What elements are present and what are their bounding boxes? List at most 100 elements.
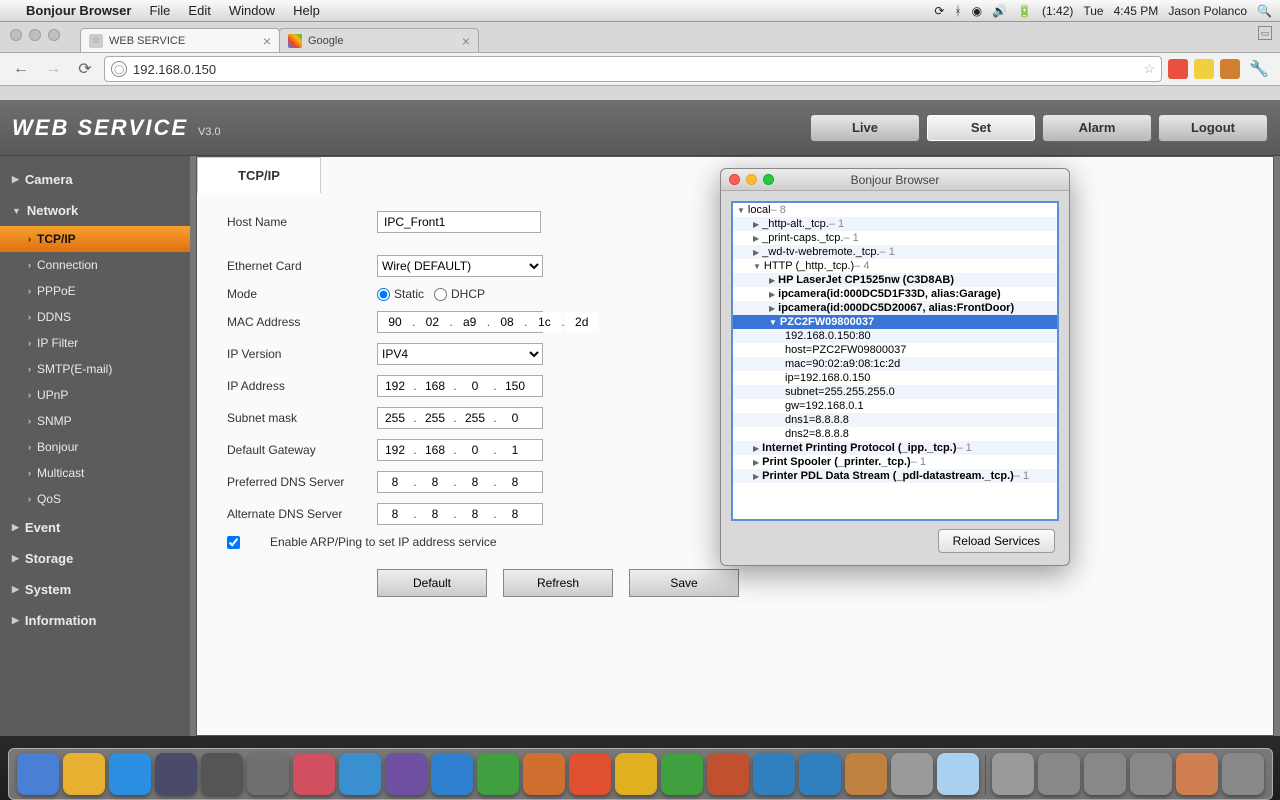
octet-input[interactable]: [378, 376, 412, 396]
menu-file[interactable]: File: [149, 3, 170, 18]
topnav-logout[interactable]: Logout: [1158, 114, 1268, 142]
refresh-button[interactable]: Refresh: [503, 569, 613, 597]
site-info-icon[interactable]: ◯: [111, 61, 127, 77]
sidebar-item-upnp[interactable]: ›UPnP: [0, 382, 190, 408]
dock-app-icon[interactable]: [477, 753, 519, 795]
volume-icon[interactable]: 🔊: [992, 4, 1007, 18]
sidebar-cat-network[interactable]: ▼Network: [0, 195, 190, 226]
sidebar-item-smtp-e-mail-[interactable]: ›SMTP(E-mail): [0, 356, 190, 382]
octet-input[interactable]: [498, 408, 532, 428]
octet-input[interactable]: [378, 472, 412, 492]
bonjour-titlebar[interactable]: Bonjour Browser: [721, 169, 1069, 191]
nav-forward-button[interactable]: →: [40, 57, 66, 81]
octet-input[interactable]: [565, 312, 599, 332]
tree-row[interactable]: ▶_print-caps._tcp. – 1: [733, 231, 1057, 245]
wifi-icon[interactable]: ◉: [972, 4, 982, 18]
octet-input[interactable]: [458, 504, 492, 524]
ipaddr-input[interactable]: ...: [377, 375, 543, 397]
subnet-input[interactable]: ...: [377, 407, 543, 429]
octet-input[interactable]: [458, 408, 492, 428]
octet-input[interactable]: [415, 312, 449, 332]
sidebar-item-snmp[interactable]: ›SNMP: [0, 408, 190, 434]
tree-row[interactable]: mac=90:02:a9:08:1c:2d: [733, 357, 1057, 371]
dock-app-icon[interactable]: [247, 753, 289, 795]
dock-app-icon[interactable]: [17, 753, 59, 795]
octet-input[interactable]: [418, 408, 452, 428]
dock-app-icon[interactable]: [569, 753, 611, 795]
octet-input[interactable]: [418, 440, 452, 460]
octet-input[interactable]: [527, 312, 561, 332]
gateway-input[interactable]: ...: [377, 439, 543, 461]
nav-back-button[interactable]: ←: [8, 57, 34, 81]
topnav-alarm[interactable]: Alarm: [1042, 114, 1152, 142]
sidebar-item-qos[interactable]: ›QoS: [0, 486, 190, 512]
window-maximize-icon[interactable]: ▭: [1258, 26, 1272, 40]
octet-input[interactable]: [498, 440, 532, 460]
dock-app-icon[interactable]: [707, 753, 749, 795]
mode-static-radio[interactable]: Static: [377, 287, 424, 301]
dock-app-icon[interactable]: [201, 753, 243, 795]
battery-icon[interactable]: 🔋: [1017, 4, 1032, 18]
octet-input[interactable]: [458, 376, 492, 396]
dock-app-icon[interactable]: [845, 753, 887, 795]
dock-app-icon[interactable]: [431, 753, 473, 795]
spotlight-icon[interactable]: 🔍: [1257, 4, 1272, 18]
tree-row[interactable]: ▶Print Spooler (_printer._tcp.) – 1: [733, 455, 1057, 469]
octet-input[interactable]: [498, 504, 532, 524]
window-traffic-lights[interactable]: [729, 174, 774, 185]
tree-row[interactable]: subnet=255.255.255.0: [733, 385, 1057, 399]
tree-row[interactable]: ▼local – 8: [733, 203, 1057, 217]
octet-input[interactable]: [418, 376, 452, 396]
bookmark-star-icon[interactable]: ☆: [1143, 61, 1155, 77]
bonjour-service-tree[interactable]: ▼local – 8▶_http-alt._tcp. – 1▶_print-ca…: [731, 201, 1059, 521]
tree-row[interactable]: ▼PZC2FW09800037: [733, 315, 1057, 329]
dock-app-icon[interactable]: [293, 753, 335, 795]
dock-app-icon[interactable]: [615, 753, 657, 795]
default-button[interactable]: Default: [377, 569, 487, 597]
tab-close-icon[interactable]: ×: [462, 33, 470, 49]
window-traffic-lights[interactable]: [10, 29, 60, 41]
reload-services-button[interactable]: Reload Services: [938, 529, 1055, 553]
extension-icon[interactable]: [1220, 59, 1240, 79]
menu-help[interactable]: Help: [293, 3, 320, 18]
octet-input[interactable]: [418, 504, 452, 524]
dns1-input[interactable]: ...: [377, 471, 543, 493]
topnav-set[interactable]: Set: [926, 114, 1036, 142]
dock-app-icon[interactable]: [1130, 753, 1172, 795]
octet-input[interactable]: [378, 504, 412, 524]
tree-row[interactable]: ip=192.168.0.150: [733, 371, 1057, 385]
tree-row[interactable]: ▼HTTP (_http._tcp.) – 4: [733, 259, 1057, 273]
save-button[interactable]: Save: [629, 569, 739, 597]
wrench-menu-icon[interactable]: 🔧: [1246, 57, 1272, 81]
ethernet-select[interactable]: Wire( DEFAULT): [377, 255, 543, 277]
extension-icon[interactable]: [1194, 59, 1214, 79]
bluetooth-icon[interactable]: ᚼ: [954, 4, 961, 18]
dns2-input[interactable]: ...: [377, 503, 543, 525]
octet-input[interactable]: [498, 472, 532, 492]
tree-row[interactable]: dns2=8.8.8.8: [733, 427, 1057, 441]
dock-app-icon[interactable]: [385, 753, 427, 795]
mac-input[interactable]: .....: [377, 311, 543, 333]
dock-app-icon[interactable]: [109, 753, 151, 795]
dock-app-icon[interactable]: [799, 753, 841, 795]
octet-input[interactable]: [498, 376, 532, 396]
panel-tab-tcpip[interactable]: TCP/IP: [197, 157, 321, 193]
octet-input[interactable]: [490, 312, 524, 332]
sidebar-cat-event[interactable]: ▶Event: [0, 512, 190, 543]
sidebar-item-ip-filter[interactable]: ›IP Filter: [0, 330, 190, 356]
octet-input[interactable]: [378, 440, 412, 460]
tree-row[interactable]: 192.168.0.150:80: [733, 329, 1057, 343]
user-name[interactable]: Jason Polanco: [1168, 4, 1247, 18]
dock-app-icon[interactable]: [1176, 753, 1218, 795]
mode-dhcp-radio[interactable]: DHCP: [434, 287, 485, 301]
sidebar-item-tcp-ip[interactable]: ›TCP/IP: [0, 226, 190, 252]
address-bar[interactable]: ◯ 192.168.0.150 ☆: [104, 56, 1162, 82]
sidebar-item-bonjour[interactable]: ›Bonjour: [0, 434, 190, 460]
tree-row[interactable]: ▶HP LaserJet CP1525nw (C3D8AB): [733, 273, 1057, 287]
sidebar-cat-camera[interactable]: ▶Camera: [0, 164, 190, 195]
sidebar-item-connection[interactable]: ›Connection: [0, 252, 190, 278]
browser-tab-google[interactable]: Google ×: [279, 28, 479, 52]
sidebar-item-ddns[interactable]: ›DDNS: [0, 304, 190, 330]
dock-app-icon[interactable]: [1038, 753, 1080, 795]
dock-app-icon[interactable]: [339, 753, 381, 795]
